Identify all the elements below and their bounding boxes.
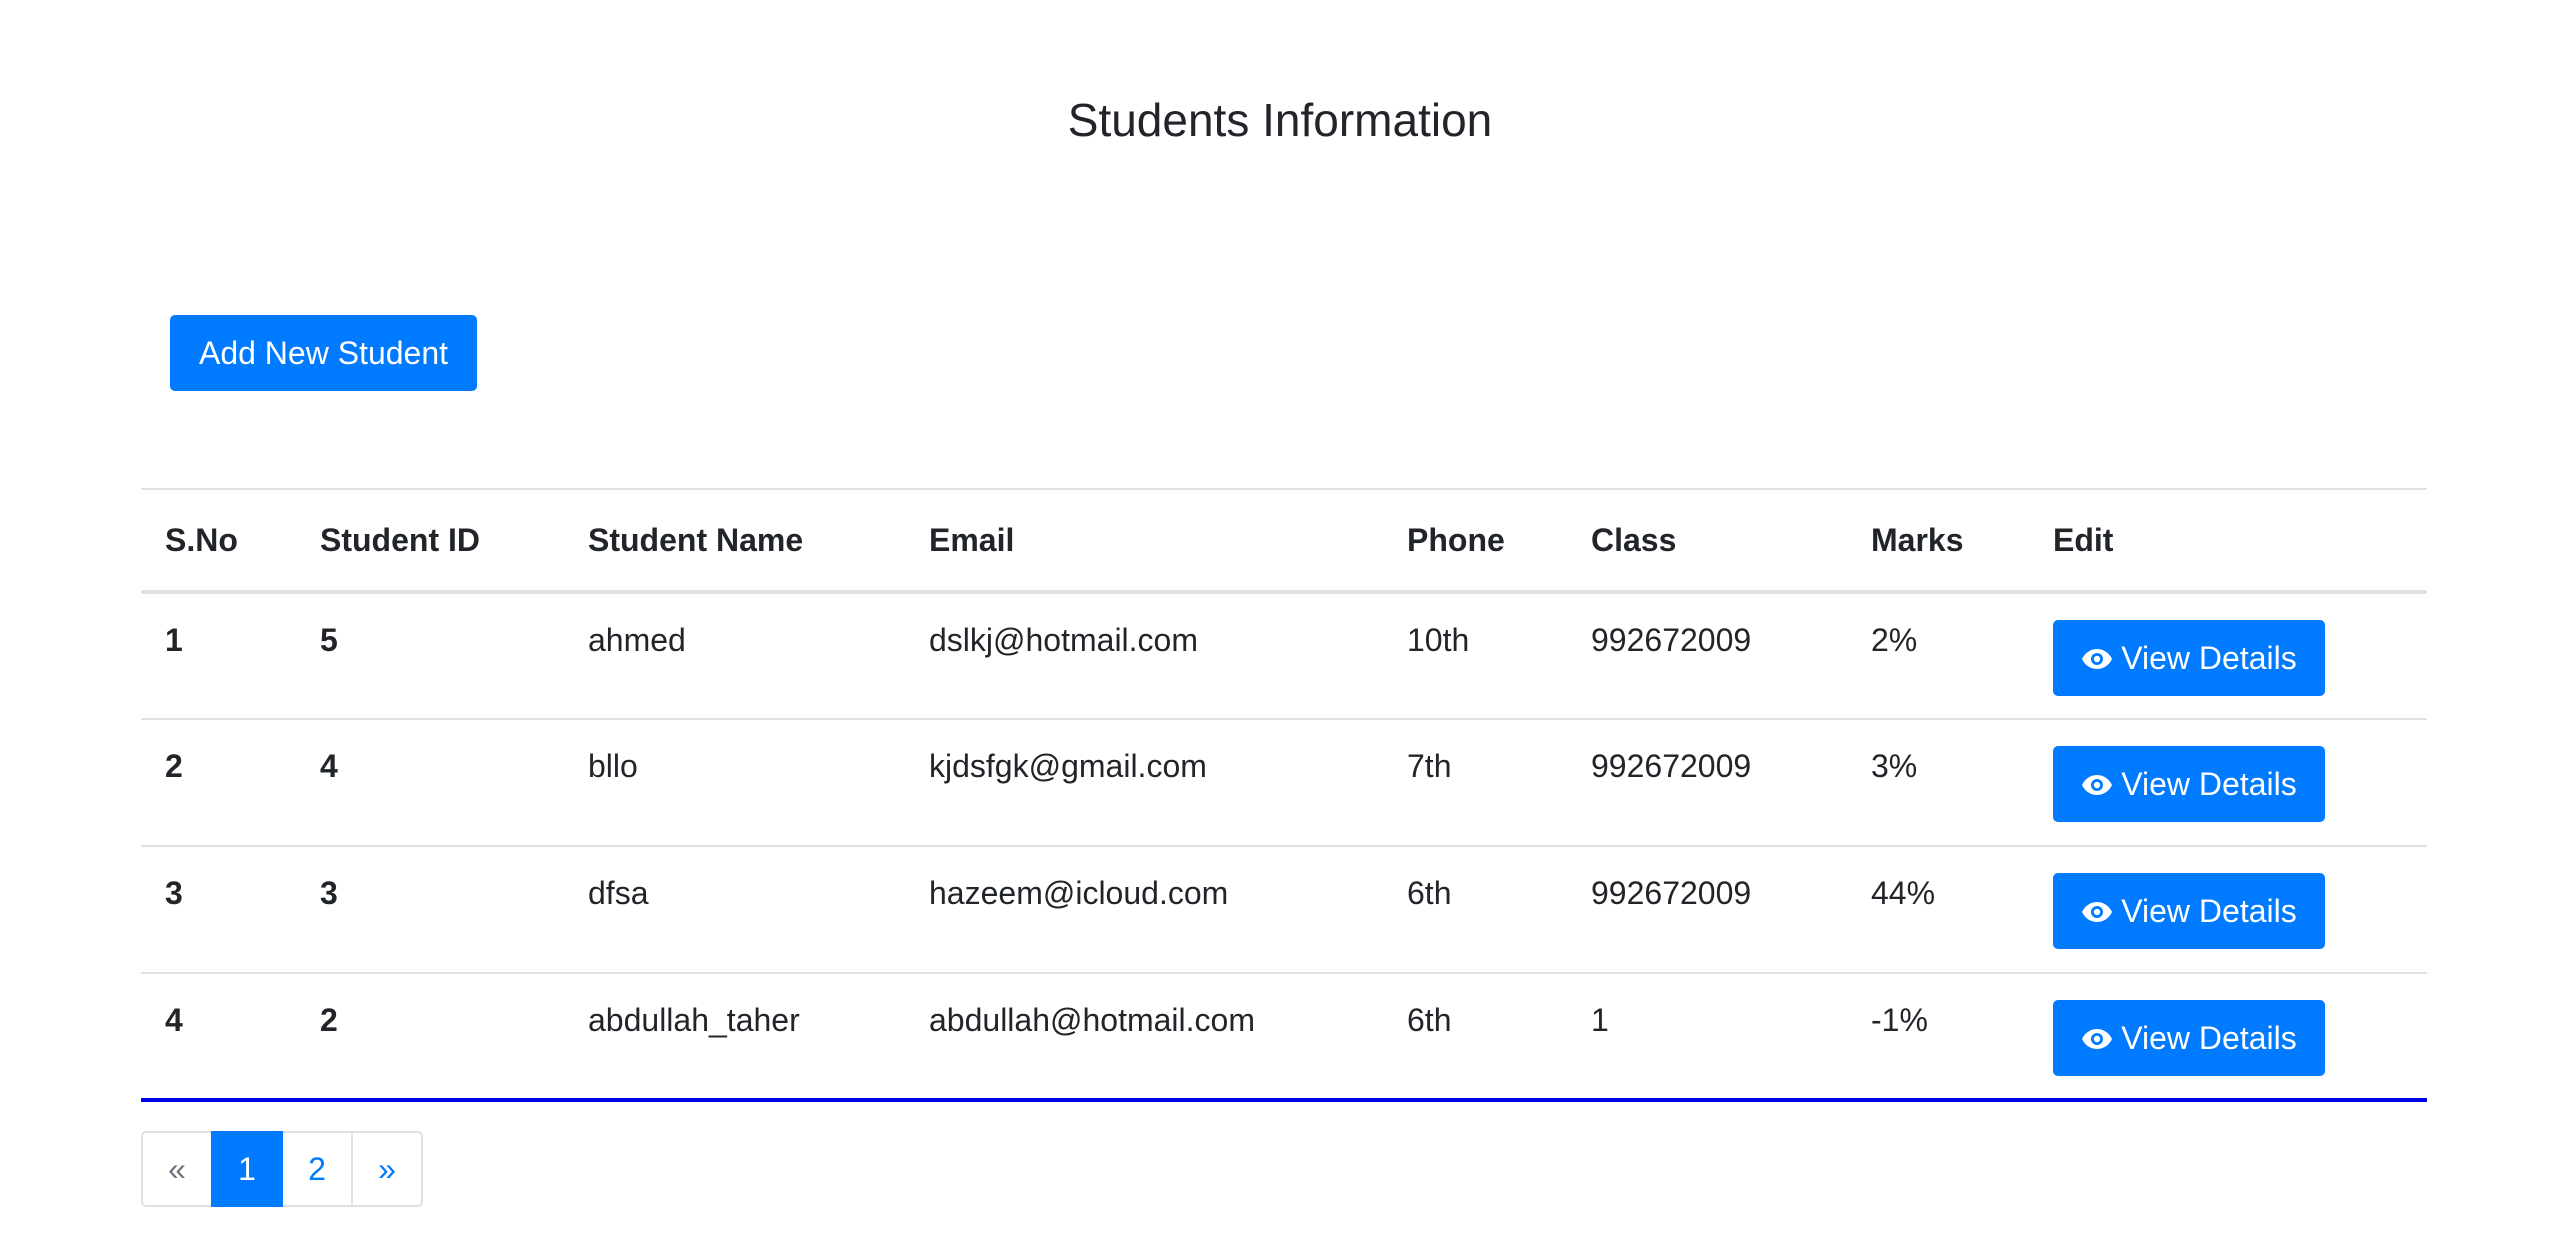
header-student-id: Student ID bbox=[296, 488, 564, 594]
eye-icon bbox=[2081, 1001, 2113, 1077]
cell-student-name: bllo bbox=[564, 718, 905, 846]
pagination-page-2[interactable]: 2 bbox=[281, 1131, 353, 1207]
header-marks: Marks bbox=[1847, 488, 2029, 594]
cell-phone: 6th bbox=[1383, 972, 1567, 1102]
cell-class: 992672009 bbox=[1567, 718, 1847, 846]
cell-class: 992672009 bbox=[1567, 845, 1847, 973]
cell-student-id: 4 bbox=[296, 718, 564, 846]
cell-student-id: 2 bbox=[296, 972, 564, 1102]
cell-marks: 44% bbox=[1847, 845, 2029, 973]
header-sno: S.No bbox=[141, 488, 296, 594]
cell-edit: View Details bbox=[2029, 591, 2427, 719]
cell-email: kjdsfgk@gmail.com bbox=[905, 718, 1383, 846]
view-details-label: View Details bbox=[2121, 766, 2297, 802]
page-title: Students Information bbox=[1067, 94, 1493, 146]
view-details-button[interactable]: View Details bbox=[2053, 620, 2325, 696]
table-row: 3 3 dfsa hazeem@icloud.com 6th 992672009… bbox=[141, 845, 2427, 973]
eye-icon bbox=[2081, 747, 2113, 823]
header-edit: Edit bbox=[2029, 488, 2427, 594]
view-details-button[interactable]: View Details bbox=[2053, 873, 2325, 949]
header-email: Email bbox=[905, 488, 1383, 594]
header-phone: Phone bbox=[1383, 488, 1567, 594]
cell-email: abdullah@hotmail.com bbox=[905, 972, 1383, 1102]
cell-phone: 10th bbox=[1383, 591, 1567, 719]
view-details-button[interactable]: View Details bbox=[2053, 1000, 2325, 1076]
students-table-container: S.No Student ID Student Name Email Phone… bbox=[141, 488, 2427, 1102]
pagination-prev[interactable]: « bbox=[141, 1131, 213, 1207]
cell-class: 992672009 bbox=[1567, 591, 1847, 719]
cell-phone: 6th bbox=[1383, 845, 1567, 973]
cell-email: hazeem@icloud.com bbox=[905, 845, 1383, 973]
eye-icon bbox=[2081, 874, 2113, 950]
view-details-label: View Details bbox=[2121, 893, 2297, 929]
cell-student-name: ahmed bbox=[564, 591, 905, 719]
view-details-label: View Details bbox=[2121, 640, 2297, 676]
cell-edit: View Details bbox=[2029, 718, 2427, 846]
header-class: Class bbox=[1567, 488, 1847, 594]
cell-marks: 3% bbox=[1847, 718, 2029, 846]
view-details-button[interactable]: View Details bbox=[2053, 746, 2325, 822]
pagination: « 1 2 » bbox=[141, 1131, 423, 1207]
cell-email: dslkj@hotmail.com bbox=[905, 591, 1383, 719]
cell-marks: -1% bbox=[1847, 972, 2029, 1102]
cell-sno: 1 bbox=[141, 591, 296, 719]
cell-student-name: dfsa bbox=[564, 845, 905, 973]
cell-sno: 2 bbox=[141, 718, 296, 846]
cell-sno: 3 bbox=[141, 845, 296, 973]
cell-marks: 2% bbox=[1847, 591, 2029, 719]
cell-class: 1 bbox=[1567, 972, 1847, 1102]
table-row: 2 4 bllo kjdsfgk@gmail.com 7th 992672009… bbox=[141, 718, 2427, 846]
cell-edit: View Details bbox=[2029, 972, 2427, 1102]
add-new-student-button[interactable]: Add New Student bbox=[170, 315, 477, 391]
cell-phone: 7th bbox=[1383, 718, 1567, 846]
eye-icon bbox=[2081, 621, 2113, 697]
students-table: S.No Student ID Student Name Email Phone… bbox=[141, 488, 2427, 1102]
view-details-label: View Details bbox=[2121, 1020, 2297, 1056]
cell-student-id: 5 bbox=[296, 591, 564, 719]
table-row: 4 2 abdullah_taher abdullah@hotmail.com … bbox=[141, 972, 2427, 1102]
pagination-next[interactable]: » bbox=[351, 1131, 423, 1207]
pagination-page-1[interactable]: 1 bbox=[211, 1131, 283, 1207]
cell-edit: View Details bbox=[2029, 845, 2427, 973]
cell-student-id: 3 bbox=[296, 845, 564, 973]
cell-sno: 4 bbox=[141, 972, 296, 1102]
table-header-row: S.No Student ID Student Name Email Phone… bbox=[141, 488, 2427, 594]
header-student-name: Student Name bbox=[564, 488, 905, 594]
cell-student-name: abdullah_taher bbox=[564, 972, 905, 1102]
table-row: 1 5 ahmed dslkj@hotmail.com 10th 9926720… bbox=[141, 591, 2427, 719]
